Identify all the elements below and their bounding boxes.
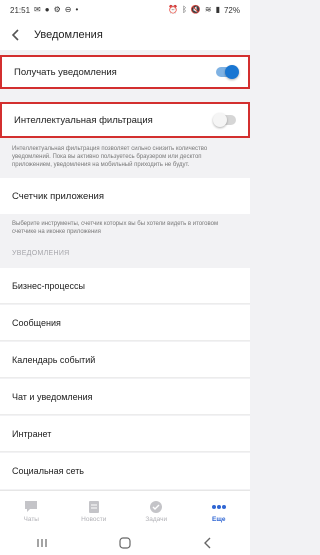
list-item-messages[interactable]: Сообщения xyxy=(0,305,250,341)
status-time: 21:51 xyxy=(10,5,31,15)
status-bar-right: ⏰ ᛒ 🔇 ≋ ▮ 72% xyxy=(168,6,240,15)
list-item-chat[interactable]: Чат и уведомления xyxy=(0,379,250,415)
receive-notifications-row[interactable]: Получать уведомления xyxy=(0,55,250,89)
bottom-tab-bar: Чаты Новости Задачи Еще xyxy=(0,490,250,531)
system-nav-bar xyxy=(0,530,250,555)
dot-icon: ● xyxy=(44,5,50,14)
back-arrow-icon[interactable] xyxy=(8,27,24,43)
smart-filter-label: Интеллектуальная фильтрация xyxy=(14,114,153,126)
news-icon xyxy=(86,500,102,514)
notifications-section-header: УВЕДОМЛЕНИЯ xyxy=(12,250,70,257)
notification-icon: ✉ xyxy=(34,5,41,14)
toggle-knob xyxy=(225,65,239,79)
status-bar-left: 21:51 ✉ ● ⚙ ⊖ • xyxy=(10,6,78,15)
more-icon xyxy=(211,500,227,514)
smart-filter-toggle[interactable] xyxy=(213,113,236,127)
receive-notifications-toggle[interactable] xyxy=(216,65,239,79)
recent-apps-icon[interactable] xyxy=(32,536,52,550)
page-title: Уведомления xyxy=(34,29,103,41)
mute-icon: 🔇 xyxy=(190,5,201,14)
tab-more[interactable]: Еще xyxy=(194,500,244,523)
alarm-icon: ⏰ xyxy=(168,5,179,14)
list-item-intranet[interactable]: Интранет xyxy=(0,416,250,452)
app-counter-note: Выберите инструменты, счетчик которых вы… xyxy=(12,221,219,236)
settings-icon: ⚙ xyxy=(53,5,61,14)
status-bar: 21:51 ✉ ● ⚙ ⊖ • ⏰ ᛒ 🔇 ≋ ▮ 72% xyxy=(0,0,250,20)
tab-tasks-label: Задачи xyxy=(145,515,168,523)
home-icon[interactable] xyxy=(115,536,135,550)
tab-chats[interactable]: Чаты xyxy=(6,500,56,523)
tab-news[interactable]: Новости xyxy=(69,500,119,523)
receive-notifications-label: Получать уведомления xyxy=(14,66,117,78)
app-counter-row[interactable]: Счетчик приложения xyxy=(0,178,250,214)
smart-filter-note: Интеллектуальная фильтрация позволяет си… xyxy=(12,146,208,169)
tab-more-label: Еще xyxy=(212,515,226,523)
toggle-knob xyxy=(213,113,227,127)
wifi-icon: ≋ xyxy=(204,5,212,14)
more-dots-icon: • xyxy=(75,5,79,14)
battery-level: 72% xyxy=(223,5,240,15)
chat-icon xyxy=(23,500,39,514)
signal-icon: ▮ xyxy=(215,5,220,14)
dnd-icon: ⊖ xyxy=(64,5,72,14)
tab-chats-label: Чаты xyxy=(23,515,39,523)
back-nav-icon[interactable] xyxy=(198,536,218,550)
list-item-social[interactable]: Социальная сеть xyxy=(0,453,250,489)
bluetooth-icon: ᛒ xyxy=(182,5,187,14)
list-item-business-processes[interactable]: Бизнес-процессы xyxy=(0,268,250,304)
app-bar: Уведомления xyxy=(0,20,250,50)
smart-filter-row[interactable]: Интеллектуальная фильтрация xyxy=(0,102,250,138)
tab-tasks[interactable]: Задачи xyxy=(131,500,181,523)
list-item-calendar[interactable]: Календарь событий xyxy=(0,342,250,378)
tab-news-label: Новости xyxy=(81,515,107,523)
app-counter-label: Счетчик приложения xyxy=(12,190,104,202)
tasks-icon xyxy=(148,500,164,514)
